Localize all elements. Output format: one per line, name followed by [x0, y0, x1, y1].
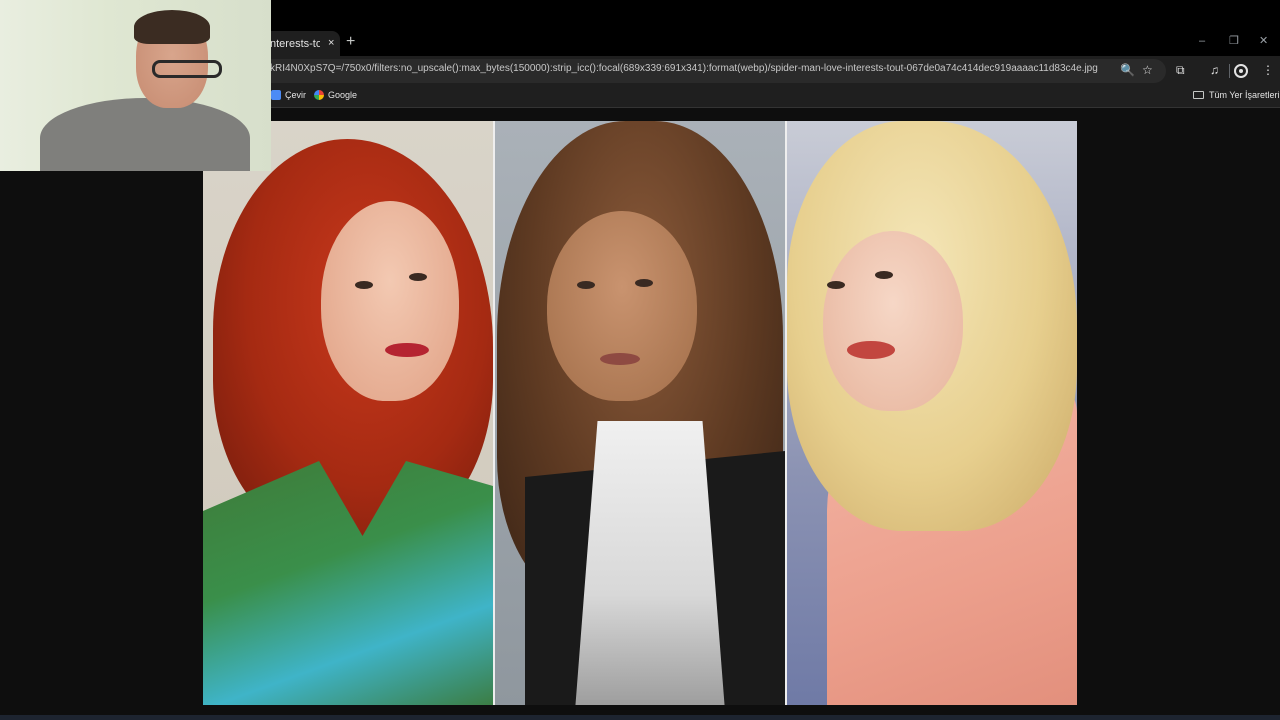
graphic-tee-shape [575, 421, 725, 705]
all-bookmarks-label: Tüm Yer İşaretleri [1209, 90, 1280, 100]
active-tab[interactable]: nterests-tout × [262, 31, 340, 56]
address-url[interactable]: kRI4N0XpS7Q=/750x0/filters:no_upscale():… [270, 62, 1098, 76]
all-bookmarks-button[interactable]: Tüm Yer İşaretleri [1193, 90, 1280, 100]
bookmark-label: Google [328, 90, 358, 100]
face-shape [321, 201, 459, 401]
toolbar-divider [1229, 64, 1230, 78]
eye-shape [875, 271, 893, 279]
image-panel-left [203, 121, 493, 705]
viewed-image[interactable] [203, 121, 1077, 705]
eye-shape [355, 281, 373, 289]
close-window-button[interactable]: ✕ [1259, 36, 1268, 47]
person-hair-shape [134, 10, 210, 44]
tab-close-icon[interactable]: × [328, 38, 334, 49]
google-icon [314, 90, 324, 100]
image-panel-middle [495, 121, 785, 705]
page-content [0, 108, 1280, 720]
lips-shape [385, 343, 429, 357]
new-tab-button[interactable]: + [346, 34, 355, 50]
screen: nterests-tout × + – ❐ ✕ kRI4N0XpS7Q=/750… [0, 0, 1280, 720]
eye-shape [635, 279, 653, 287]
eye-shape [409, 273, 427, 281]
eye-shape [577, 281, 595, 289]
image-panel-right [787, 121, 1077, 705]
face-shape [823, 231, 963, 411]
kebab-menu-icon[interactable]: ⋮ [1262, 64, 1274, 76]
lips-shape [600, 353, 640, 365]
person-torso-shape [40, 98, 250, 171]
bookmark-item-cevir[interactable]: Çevir [271, 90, 306, 100]
smile-shape [847, 341, 895, 359]
restore-window-button[interactable]: ❐ [1229, 36, 1239, 47]
bookmark-star-icon[interactable]: ☆ [1142, 64, 1153, 76]
face-shape [547, 211, 697, 401]
bookmark-label: Çevir [285, 90, 307, 100]
eye-shape [827, 281, 845, 289]
webcam-overlay [0, 0, 271, 171]
taskbar-edge [0, 715, 1280, 720]
tab-title: nterests-tout [270, 37, 320, 50]
minimize-window-button[interactable]: – [1199, 36, 1205, 47]
media-controls-icon[interactable]: ♫ [1210, 64, 1219, 76]
extensions-icon[interactable]: ⧉ [1176, 64, 1185, 76]
profile-avatar-icon[interactable] [1234, 64, 1248, 78]
bookmark-item-google[interactable]: Google [314, 90, 357, 100]
folder-icon [1193, 91, 1204, 99]
glasses-shape [152, 60, 222, 78]
zoom-icon[interactable]: 🔍 [1120, 64, 1135, 76]
translate-icon [271, 90, 281, 100]
